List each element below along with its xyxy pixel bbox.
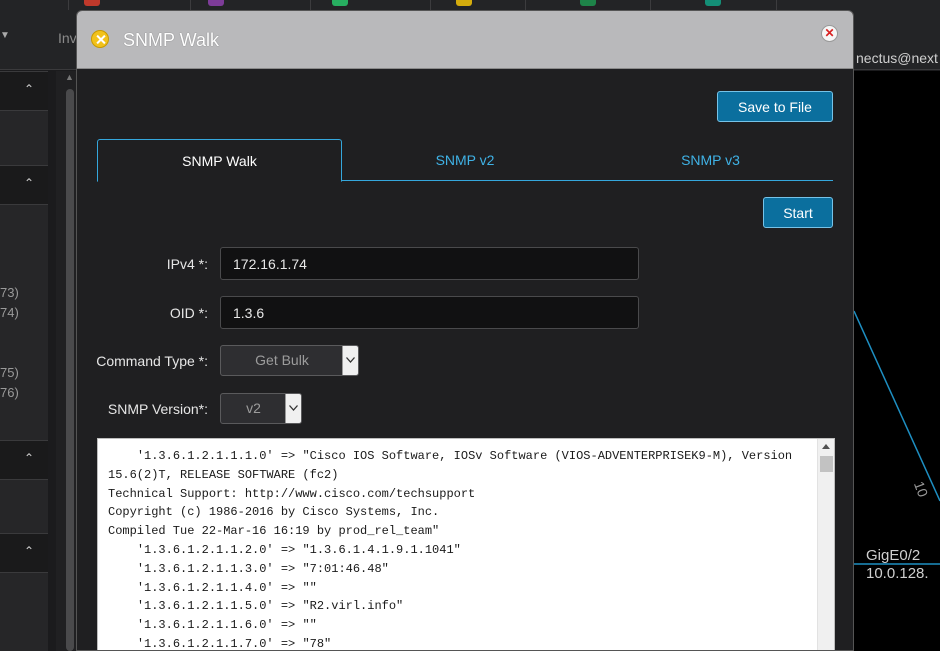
nav-item-inventory[interactable]: Inv <box>58 30 77 46</box>
chevron-up-icon[interactable]: ⌃ <box>24 451 34 465</box>
scroll-up-icon[interactable] <box>822 444 830 449</box>
sidebar-section-header[interactable]: ⌃ <box>0 71 48 111</box>
snmp-output-area[interactable]: '1.3.6.1.2.1.1.1.0' => "Cisco IOS Softwa… <box>97 438 835 651</box>
snmp-walk-dialog: SNMP Walk ✕ Save to File SNMP Walk SNMP … <box>76 10 854 651</box>
ipv4-label: IPv4 *: <box>166 256 208 272</box>
output-scrollbar[interactable] <box>817 439 834 650</box>
output-line: '1.3.6.1.2.1.1.1.0' => "Cisco IOS Softwa… <box>108 449 800 482</box>
interface-label: GigE0/2 <box>866 547 921 564</box>
toolbar-tool-icon[interactable] <box>84 0 100 6</box>
close-icon[interactable]: ✕ <box>821 25 838 42</box>
sidebar-item-fragment[interactable]: 74) <box>0 305 19 320</box>
snmp-version-label: SNMP Version*: <box>107 401 208 417</box>
toolbar-tool-icon[interactable] <box>456 0 472 6</box>
topology-links <box>854 310 940 565</box>
command-type-label: Command Type *: <box>96 353 208 369</box>
output-line: Copyright (c) 1986-2016 by Cisco Systems… <box>108 505 440 520</box>
snmp-version-value: v2 <box>246 400 261 416</box>
toolbar-divider <box>430 0 431 10</box>
toolbar-divider <box>650 0 651 10</box>
snmp-output-text: '1.3.6.1.2.1.1.1.0' => "Cisco IOS Softwa… <box>108 447 813 651</box>
toolbar-divider <box>525 0 526 10</box>
output-line: '1.3.6.1.2.1.1.2.0' => "1.3.6.1.4.1.9.1.… <box>108 542 461 557</box>
output-line: '1.3.6.1.2.1.1.4.0' => "" <box>108 580 317 595</box>
interface-ip-label: 10.0.128. <box>866 565 929 582</box>
dialog-header[interactable]: SNMP Walk ✕ <box>77 11 853 69</box>
tab-snmp-v2[interactable]: SNMP v2 <box>342 139 588 181</box>
sidebar-section-header[interactable]: ⌃ <box>0 533 48 573</box>
user-account-label[interactable]: nectus@next <box>856 50 938 66</box>
sidebar: ⌃ ⌃ 73) 74) 75) 76) ⌃ ⌃ <box>0 71 48 651</box>
oid-input[interactable] <box>220 296 639 329</box>
dialog-body: Save to File SNMP Walk SNMP v2 SNMP v3 S… <box>77 69 853 651</box>
scroll-up-icon[interactable]: ▲ <box>65 72 74 82</box>
toolbar-divider <box>310 0 311 10</box>
chevron-up-icon[interactable]: ⌃ <box>24 82 34 96</box>
command-type-value: Get Bulk <box>255 352 309 368</box>
toolbar-tool-icon[interactable] <box>580 0 596 6</box>
output-line: Compiled Tue 22-Mar-16 16:19 by prod_rel… <box>108 524 440 539</box>
chevron-up-icon[interactable]: ⌃ <box>24 544 34 558</box>
sidebar-scrollbar[interactable]: ▲ <box>56 71 76 651</box>
chevron-down-icon[interactable] <box>285 394 301 423</box>
output-line: '1.3.6.1.2.1.1.6.0' => "" <box>108 618 317 633</box>
command-type-select[interactable]: Get Bulk <box>220 345 359 376</box>
oid-label: OID *: <box>169 305 208 321</box>
sidebar-section-header[interactable]: ⌃ <box>0 440 48 480</box>
tool-icon <box>91 30 109 48</box>
toolbar-tool-icon[interactable] <box>332 0 348 6</box>
toolbar-tool-icon[interactable] <box>705 0 721 6</box>
tab-snmp-v3[interactable]: SNMP v3 <box>588 139 833 181</box>
chevron-up-icon[interactable]: ⌃ <box>24 176 34 190</box>
menu-caret-icon[interactable]: ▼ <box>0 30 10 41</box>
output-line: '1.3.6.1.2.1.1.7.0' => "78" <box>108 636 332 651</box>
chevron-down-icon[interactable] <box>342 346 358 375</box>
save-to-file-button[interactable]: Save to File <box>717 91 833 122</box>
sidebar-section-header[interactable]: ⌃ <box>0 165 48 205</box>
sidebar-item-fragment[interactable]: 73) <box>0 285 19 300</box>
snmp-version-select[interactable]: v2 <box>220 393 302 424</box>
output-line: '1.3.6.1.2.1.1.3.0' => "7:01:46.48" <box>108 561 389 576</box>
toolbar-tool-icon[interactable] <box>208 0 224 6</box>
topology-canvas[interactable]: 10 GigE0/2 10.0.128. <box>854 71 940 651</box>
output-line: '1.3.6.1.2.1.1.5.0' => "R2.virl.info" <box>108 599 404 614</box>
output-line: Technical Support: http://www.cisco.com/… <box>108 486 476 501</box>
toolbar-divider <box>776 0 777 10</box>
tab-bar: SNMP Walk SNMP v2 SNMP v3 <box>97 139 833 182</box>
dialog-title: SNMP Walk <box>123 30 220 50</box>
sidebar-item-fragment[interactable]: 76) <box>0 385 19 400</box>
tab-snmp-walk[interactable]: SNMP Walk <box>97 139 342 182</box>
scrollbar-thumb[interactable] <box>66 89 74 651</box>
start-button[interactable]: Start <box>763 197 833 228</box>
toolbar-divider <box>190 0 191 10</box>
ipv4-input[interactable] <box>220 247 639 280</box>
toolbar-divider <box>68 0 69 10</box>
scrollbar-thumb[interactable] <box>820 456 833 472</box>
sidebar-item-fragment[interactable]: 75) <box>0 365 19 380</box>
